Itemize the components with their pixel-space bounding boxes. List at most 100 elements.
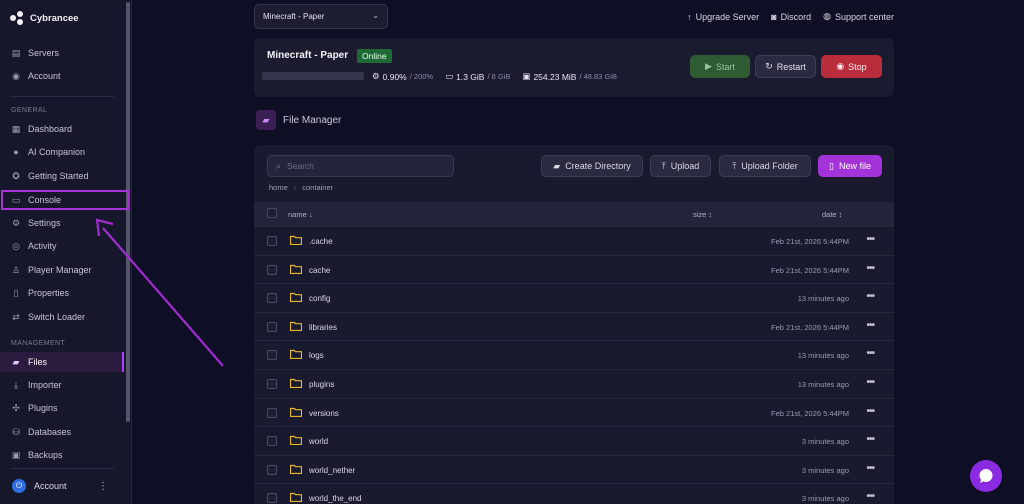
- column-date[interactable]: date ↕: [822, 210, 842, 219]
- sidebar-item-databases[interactable]: ⛁ Databases: [0, 422, 124, 442]
- upgrade-server-link[interactable]: ↑ Upgrade Server: [687, 11, 759, 22]
- upload-folder-button[interactable]: ⤒ Upload Folder: [719, 155, 811, 177]
- more-horizontal-icon[interactable]: •••: [866, 463, 874, 474]
- column-name[interactable]: name ↓: [288, 210, 313, 219]
- row-checkbox[interactable]: [267, 321, 277, 332]
- row-checkbox[interactable]: [267, 493, 277, 504]
- breadcrumb-container[interactable]: container: [302, 183, 333, 192]
- button-label: Upload: [670, 161, 700, 171]
- file-name[interactable]: cache: [309, 266, 330, 275]
- sidebar-item-account[interactable]: ◉ Account: [0, 66, 124, 86]
- more-horizontal-icon[interactable]: •••: [866, 434, 874, 445]
- start-button[interactable]: ▶ Start: [690, 55, 750, 78]
- more-horizontal-icon[interactable]: •••: [866, 320, 874, 331]
- more-horizontal-icon[interactable]: •••: [866, 234, 874, 245]
- support-center-link[interactable]: ◍ Support center: [823, 11, 894, 22]
- file-name[interactable]: libraries: [309, 323, 337, 332]
- breadcrumb-home[interactable]: home: [269, 183, 288, 192]
- file-name[interactable]: config: [309, 294, 330, 303]
- file-name[interactable]: versions: [309, 409, 339, 418]
- sidebar-item-properties[interactable]: ▯ Properties: [0, 283, 124, 303]
- sidebar-item-servers[interactable]: ▤ Servers: [0, 43, 124, 63]
- row-checkbox[interactable]: [267, 264, 277, 275]
- button-label: New file: [838, 161, 871, 171]
- account-label: Account: [34, 481, 67, 491]
- sidebar-item-importer[interactable]: ⤓ Importer: [0, 375, 124, 395]
- table-row[interactable]: world_the_end 3 minutes ago •••: [254, 483, 894, 504]
- restart-button[interactable]: ↻ Restart: [755, 55, 816, 78]
- more-horizontal-icon[interactable]: •••: [866, 348, 874, 359]
- sidebar: Cybrancee ▤ Servers ◉ Account GENERAL ▦ …: [0, 0, 132, 504]
- table-row[interactable]: versions Feb 21st, 2026 5:44PM •••: [254, 397, 894, 426]
- stop-button[interactable]: ◉ Stop: [821, 55, 882, 78]
- sidebar-item-plugins[interactable]: ✣ Plugins: [0, 398, 124, 418]
- sidebar-item-player-manager[interactable]: ♙ Player Manager: [0, 260, 124, 280]
- column-size[interactable]: size ↕: [693, 210, 712, 219]
- button-label: Create Directory: [565, 161, 631, 171]
- file-name[interactable]: world_the_end: [309, 494, 361, 503]
- support-icon: ◍: [823, 11, 831, 21]
- row-checkbox[interactable]: [267, 407, 277, 418]
- chevron-down-icon: ⌄: [372, 11, 379, 20]
- new-file-button[interactable]: ▯ New file: [818, 155, 882, 177]
- cpu-stat: ⚙ 0.90% / 200%: [372, 71, 433, 82]
- sidebar-item-getting-started[interactable]: ✪ Getting Started: [0, 166, 124, 186]
- sidebar-item-activity[interactable]: ◎ Activity: [0, 236, 124, 256]
- file-date: 3 minutes ago: [801, 465, 849, 475]
- row-checkbox[interactable]: [267, 293, 277, 304]
- file-name[interactable]: world: [309, 437, 328, 446]
- server-select[interactable]: Minecraft - Paper ⌄: [254, 4, 388, 29]
- chat-button[interactable]: [970, 460, 1002, 492]
- more-horizontal-icon[interactable]: •••: [866, 291, 874, 302]
- file-name[interactable]: logs: [309, 351, 324, 360]
- sidebar-item-dashboard[interactable]: ▦ Dashboard: [0, 119, 124, 139]
- more-horizontal-icon[interactable]: •••: [866, 263, 874, 274]
- folder-icon: [290, 407, 302, 417]
- more-vertical-icon[interactable]: ⋮: [98, 481, 108, 492]
- file-name[interactable]: .cache: [309, 237, 333, 246]
- table-row[interactable]: cache Feb 21st, 2026 5:44PM •••: [254, 254, 894, 283]
- sidebar-item-files[interactable]: ▰ Files: [0, 352, 124, 372]
- table-row[interactable]: config 13 minutes ago •••: [254, 283, 894, 311]
- sidebar-divider: [10, 468, 114, 469]
- table-row[interactable]: libraries Feb 21st, 2026 5:44PM •••: [254, 311, 894, 340]
- select-all-checkbox[interactable]: [267, 208, 277, 218]
- gear-icon: ⚙: [11, 217, 21, 228]
- table-row[interactable]: logs 13 minutes ago •••: [254, 340, 894, 368]
- file-name[interactable]: plugins: [309, 380, 334, 389]
- arrow-up-icon: ↑: [687, 11, 692, 22]
- sidebar-item-label: Properties: [28, 288, 70, 298]
- more-horizontal-icon[interactable]: •••: [866, 491, 874, 502]
- sidebar-item-switch-loader[interactable]: ⇄ Switch Loader: [0, 307, 124, 327]
- disk-stat: ▣ 254.23 MiB / 48.83 GiB: [522, 71, 617, 82]
- folder-icon: [290, 378, 302, 388]
- row-checkbox[interactable]: [267, 436, 277, 447]
- row-checkbox[interactable]: [267, 350, 277, 361]
- row-checkbox[interactable]: [267, 379, 277, 389]
- sidebar-scrollbar[interactable]: [126, 2, 130, 422]
- eye-icon: ◎: [12, 240, 20, 251]
- sidebar-item-backups[interactable]: ▣ Backups: [0, 445, 124, 465]
- upload-button[interactable]: ⤒ Upload: [650, 155, 711, 177]
- more-horizontal-icon[interactable]: •••: [866, 406, 874, 417]
- table-row[interactable]: plugins 13 minutes ago •••: [254, 369, 894, 397]
- file-date: 13 minutes ago: [797, 380, 849, 389]
- usage-bar: [262, 72, 364, 80]
- row-checkbox[interactable]: [267, 236, 277, 246]
- more-horizontal-icon[interactable]: •••: [866, 377, 874, 388]
- table-row[interactable]: .cache Feb 21st, 2026 5:44PM •••: [254, 226, 894, 254]
- restart-icon: ↻: [765, 61, 773, 71]
- table-row[interactable]: world_nether 3 minutes ago •••: [254, 454, 894, 483]
- discord-link[interactable]: ◙ Discord: [771, 11, 811, 22]
- sidebar-item-settings[interactable]: ⚙ Settings: [0, 213, 124, 233]
- account-menu[interactable]: ⏻ Account ⋮: [0, 474, 124, 498]
- file-name[interactable]: world_nether: [309, 466, 355, 475]
- row-checkbox[interactable]: [267, 464, 277, 475]
- sidebar-item-ai-companion[interactable]: ● AI Companion: [0, 142, 124, 162]
- search-input[interactable]: [287, 161, 438, 171]
- table-row[interactable]: world 3 minutes ago •••: [254, 426, 894, 454]
- file-date: 13 minutes ago: [797, 294, 849, 304]
- brand-logo[interactable]: Cybrancee: [10, 11, 79, 25]
- folder-icon: [290, 436, 302, 446]
- create-directory-button[interactable]: ▰ Create Directory: [541, 155, 643, 177]
